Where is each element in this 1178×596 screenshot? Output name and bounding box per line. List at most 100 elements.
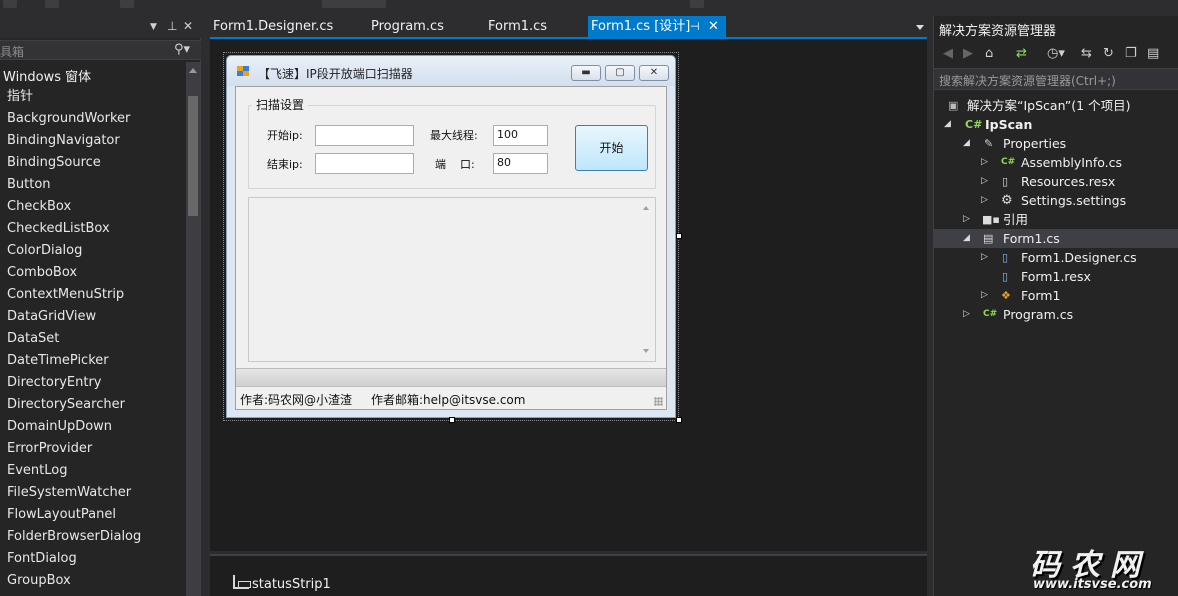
output-textbox[interactable]	[248, 197, 656, 362]
close-button[interactable]: ✕	[639, 65, 669, 81]
toolbox-item[interactable]: DateTimePicker	[7, 352, 141, 374]
toolbox-scrollbar[interactable]	[186, 62, 200, 596]
tree-item-form1[interactable]: ◢ ▤ Form1.cs	[934, 229, 1178, 248]
refresh-icon[interactable]: ↻	[1103, 46, 1114, 61]
toolbox-item[interactable]: ErrorProvider	[7, 440, 141, 462]
status-author: 作者:码农网@小渣渣	[240, 393, 353, 407]
collapsed-arrow-icon[interactable]: ▷	[981, 248, 988, 267]
toolbox-item[interactable]: CheckedListBox	[7, 220, 141, 242]
solution-icon: ▣	[948, 99, 959, 112]
tree-item-assemblyinfo[interactable]: ▷ C# AssemblyInfo.cs	[934, 153, 1178, 172]
resize-handle[interactable]	[676, 417, 682, 423]
form-preview[interactable]: 【飞速】IP段开放端口扫描器 ▬ ▢ ✕ 扫描设置 开始ip: 结束ip: 最大…	[226, 55, 676, 418]
show-all-files-icon[interactable]: ▤	[1147, 46, 1159, 61]
toolbox-item[interactable]: BackgroundWorker	[7, 110, 141, 132]
collapse-all-icon[interactable]: ❐	[1125, 46, 1137, 61]
tab-list-dropdown-icon[interactable]	[916, 25, 924, 30]
scroll-up-icon[interactable]	[643, 206, 649, 210]
toolbox-item[interactable]: FontDialog	[7, 550, 141, 572]
expanded-arrow-icon[interactable]: ◢	[963, 134, 970, 153]
tree-item-solution[interactable]: ▣ 解决方案“IpScan”(1 个项目)	[934, 96, 1178, 115]
collapsed-arrow-icon[interactable]: ▷	[963, 305, 970, 324]
tab-form1-designer[interactable]: Form1.Designer.cs	[210, 16, 360, 38]
end-ip-input[interactable]	[315, 153, 414, 174]
toolbar-button[interactable]	[690, 0, 704, 8]
toolbox-item[interactable]: Button	[7, 176, 141, 198]
output-scrollbar[interactable]	[638, 198, 655, 361]
toolbox-item[interactable]: FlowLayoutPanel	[7, 506, 141, 528]
toolbox-item[interactable]: CheckBox	[7, 198, 141, 220]
switch-views-icon[interactable]: ⇄	[1016, 46, 1027, 61]
toolbox-item[interactable]: DomainUpDown	[7, 418, 141, 440]
expanded-arrow-icon[interactable]: ◢	[963, 229, 970, 248]
tree-item-references[interactable]: ▷ ■▪ 引用	[934, 210, 1178, 229]
start-ip-input[interactable]	[315, 125, 414, 146]
max-threads-input[interactable]: 100	[493, 125, 548, 146]
toolbox-search[interactable]: 具箱 ⚲▾	[0, 40, 201, 60]
resize-handle[interactable]	[449, 417, 455, 423]
config-dropdown[interactable]	[322, 0, 386, 8]
home-icon[interactable]: ⌂	[985, 46, 993, 61]
tab-program[interactable]: Program.cs	[368, 16, 478, 38]
toolbox-item[interactable]: FileSystemWatcher	[7, 484, 141, 506]
expanded-arrow-icon[interactable]: ◢	[944, 115, 951, 134]
collapsed-arrow-icon[interactable]: ▷	[981, 153, 988, 172]
tree-item-properties[interactable]: ◢ ✎ Properties	[934, 134, 1178, 153]
tab-form1[interactable]: Form1.cs	[485, 16, 585, 38]
toolbar-button[interactable]	[45, 0, 59, 8]
dropdown-icon[interactable]: ▼	[150, 22, 157, 32]
scroll-thumb[interactable]	[188, 96, 198, 216]
toolbox-item[interactable]: BindingNavigator	[7, 132, 141, 154]
port-input[interactable]: 80	[493, 153, 548, 174]
history-icon[interactable]: ◷▾	[1047, 46, 1065, 61]
collapsed-arrow-icon[interactable]: ▷	[981, 286, 988, 305]
toolbox-item[interactable]: GroupBox	[7, 572, 141, 594]
pin-icon[interactable]: ⊥	[167, 19, 177, 33]
resx-file-icon: ▯	[1002, 270, 1009, 283]
toolbox-group-header[interactable]: Windows 窗体	[3, 66, 91, 85]
resize-handle[interactable]	[676, 233, 682, 239]
close-icon[interactable]: ✕	[708, 16, 719, 38]
scroll-up-icon[interactable]	[189, 68, 197, 73]
csharp-file-icon: C#	[983, 309, 998, 319]
close-icon[interactable]: ✕	[183, 19, 193, 33]
tree-label: 引用	[1003, 212, 1029, 227]
tab-form1-design[interactable]: Form1.cs [设计] ⊣ ✕	[588, 16, 726, 38]
toolbox-item[interactable]: BindingSource	[7, 154, 141, 176]
tree-item-project[interactable]: ◢ C# IpScan	[934, 115, 1178, 134]
collapsed-arrow-icon[interactable]: ▷	[963, 210, 970, 229]
maximize-button[interactable]: ▢	[605, 65, 635, 81]
toolbox-item[interactable]: DataSet	[7, 330, 141, 352]
resize-grip-icon[interactable]	[654, 397, 663, 406]
search-icon[interactable]: ⚲▾	[174, 42, 190, 57]
toolbox-item[interactable]: DirectoryEntry	[7, 374, 141, 396]
collapsed-arrow-icon[interactable]: ▷	[981, 191, 988, 210]
toolbox-item[interactable]: ComboBox	[7, 264, 141, 286]
toolbox-item[interactable]: DirectorySearcher	[7, 396, 141, 418]
component-statusstrip1[interactable]: statusStrip1	[252, 577, 331, 592]
start-button[interactable]: 开始	[575, 125, 648, 171]
solution-search[interactable]: 搜索解决方案资源管理器(Ctrl+;)	[934, 68, 1178, 90]
toolbox-item[interactable]: ContextMenuStrip	[7, 286, 141, 308]
tree-item-form1-resx[interactable]: ▯ Form1.resx	[934, 267, 1178, 286]
toolbox-item[interactable]: ColorDialog	[7, 242, 141, 264]
pin-icon[interactable]: ⊣	[690, 16, 700, 38]
back-icon[interactable]: ◀	[943, 46, 953, 61]
toolbar-button[interactable]	[3, 0, 17, 8]
minimize-button[interactable]: ▬	[571, 65, 601, 81]
toolbar-button[interactable]	[120, 0, 134, 8]
tree-item-program[interactable]: ▷ C# Program.cs	[934, 305, 1178, 324]
tree-item-form1-class[interactable]: ▷ ❖ Form1	[934, 286, 1178, 305]
forward-icon[interactable]: ▶	[963, 46, 973, 61]
tree-item-form1-designer[interactable]: ▷ ▯ Form1.Designer.cs	[934, 248, 1178, 267]
toolbox-item[interactable]: FolderBrowserDialog	[7, 528, 141, 550]
scroll-down-icon[interactable]	[643, 349, 649, 353]
collapsed-arrow-icon[interactable]: ▷	[981, 172, 988, 191]
toolbox-item[interactable]: EventLog	[7, 462, 141, 484]
tree-item-resources[interactable]: ▷ ▯ Resources.resx	[934, 172, 1178, 191]
toolbox-item[interactable]: 指针	[7, 88, 141, 110]
wrench-icon: ✎	[984, 137, 994, 150]
toolbox-item[interactable]: DataGridView	[7, 308, 141, 330]
sync-icon[interactable]: ⇆	[1081, 46, 1092, 61]
tree-item-settings[interactable]: ▷ ⚙ Settings.settings	[934, 191, 1178, 210]
